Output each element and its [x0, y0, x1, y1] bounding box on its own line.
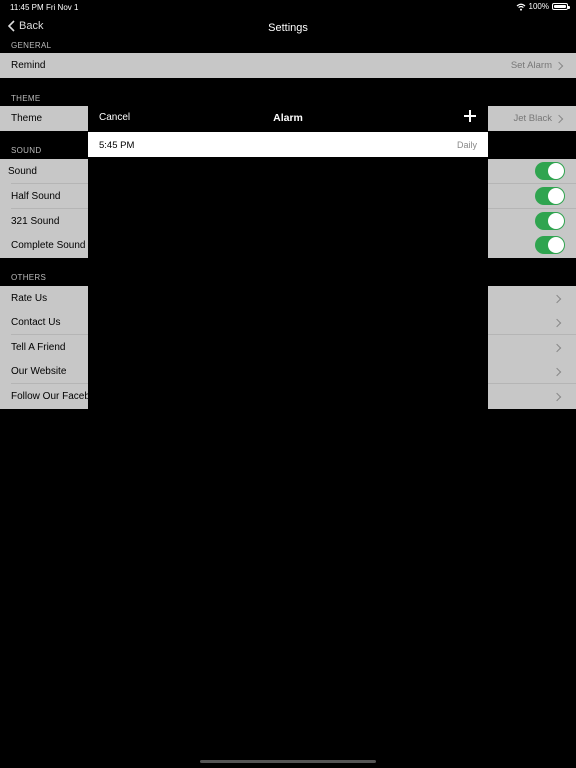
- remind-value: Set Alarm: [510, 60, 564, 71]
- modal-title: Alarm: [273, 112, 303, 124]
- wifi-icon: [516, 3, 525, 11]
- section-header-general: GENERAL: [11, 41, 52, 50]
- sound-label: Sound: [8, 166, 37, 177]
- half-sound-toggle[interactable]: [535, 187, 565, 205]
- complete-sound-toggle[interactable]: [535, 236, 565, 254]
- remind-label: Remind: [11, 60, 46, 71]
- section-header-sound: SOUND: [11, 146, 42, 155]
- modal-header: Cancel Alarm: [88, 104, 488, 132]
- battery-icon: [552, 3, 570, 10]
- theme-label: Theme: [11, 113, 43, 124]
- section-header-theme: THEME: [11, 94, 41, 103]
- nav-bar: Back Settings: [0, 14, 576, 42]
- website-label: Our Website: [11, 366, 67, 377]
- chevron-right-icon: [552, 367, 562, 377]
- sound-321-toggle[interactable]: [535, 212, 565, 230]
- chevron-right-icon: [552, 294, 562, 304]
- half-sound-label: Half Sound: [11, 191, 61, 202]
- sound-toggle[interactable]: [535, 162, 565, 180]
- chevron-right-icon: [554, 61, 564, 70]
- theme-value-text: Jet Black: [513, 113, 552, 124]
- rate-us-label: Rate Us: [11, 293, 48, 304]
- battery-percent: 100%: [528, 2, 549, 11]
- contact-us-label: Contact Us: [11, 317, 61, 328]
- theme-value: Jet Black: [513, 113, 564, 124]
- facebook-label: Follow Our Facebo: [11, 391, 96, 402]
- chevron-right-icon: [552, 392, 562, 402]
- chevron-right-icon: [552, 343, 562, 353]
- status-bar: 11:45 PM Fri Nov 1 100%: [0, 0, 576, 14]
- alarm-modal: Cancel Alarm 5:45 PM Daily: [88, 104, 488, 768]
- section-header-others: OTHERS: [11, 273, 47, 282]
- page-title: Settings: [268, 22, 308, 34]
- status-time: 11:45 PM: [10, 3, 44, 12]
- remind-row[interactable]: Remind Set Alarm: [0, 53, 576, 78]
- alarm-time: 5:45 PM: [99, 140, 135, 151]
- tell-friend-label: Tell A Friend: [11, 342, 66, 353]
- alarm-row[interactable]: 5:45 PM Daily: [88, 132, 488, 157]
- status-right: 100%: [516, 2, 570, 11]
- complete-sound-label: Complete Sound: [11, 240, 86, 251]
- alarm-repeat: Daily: [456, 140, 477, 150]
- remind-value-text: Set Alarm: [510, 60, 552, 71]
- chevron-right-icon: [552, 318, 562, 328]
- plus-icon[interactable]: [464, 110, 476, 122]
- home-indicator[interactable]: [200, 760, 376, 763]
- chevron-right-icon: [554, 114, 564, 123]
- sound-321-label: 321 Sound: [11, 216, 60, 227]
- status-date: Fri Nov 1: [46, 3, 79, 12]
